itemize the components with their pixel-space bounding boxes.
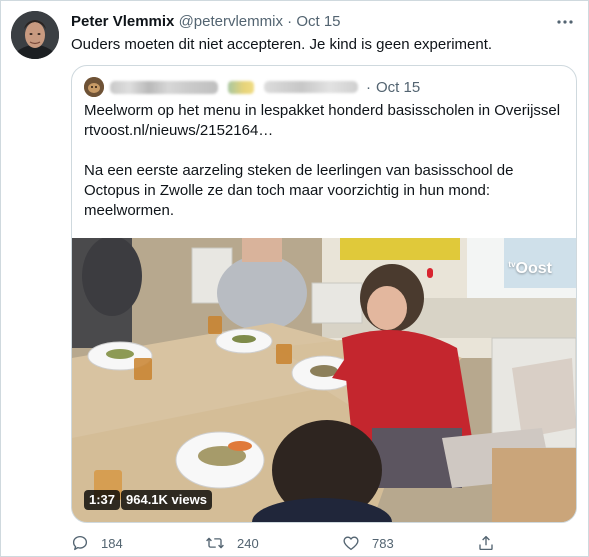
retweet-icon	[206, 537, 224, 549]
quoted-separator: ·	[366, 78, 371, 96]
quoted-author-emoji-redacted	[228, 80, 254, 94]
tweet-card[interactable]: Peter Vlemmix @petervlemmix · Oct 15 Oud…	[0, 0, 589, 557]
reply-count: 184	[101, 535, 123, 551]
author-avatar[interactable]	[11, 11, 59, 59]
quoted-tweet-text: Meelworm op het menu in lespakket honder…	[84, 101, 566, 221]
video-views: 964.1K views	[121, 490, 212, 510]
quoted-tweet-date[interactable]: Oct 15	[376, 79, 420, 96]
quoted-author-name-redacted	[110, 80, 218, 94]
video-thumbnail	[72, 238, 576, 522]
quoted-tweet-header: · Oct 15	[84, 77, 420, 97]
quoted-avatar-image	[84, 77, 104, 97]
quoted-link[interactable]: rtvoost.nl/nieuws/2152164…	[84, 122, 273, 139]
quoted-headline: Meelworm op het menu in lespakket honder…	[84, 102, 561, 119]
share-icon	[479, 535, 493, 551]
author-avatar-image	[11, 11, 59, 59]
more-button[interactable]	[556, 13, 574, 31]
tweet-text: Ouders moeten dit niet accepteren. Je ki…	[71, 36, 493, 53]
reply-button[interactable]: 184	[71, 534, 123, 552]
like-count: 783	[372, 535, 394, 551]
header-separator: ·	[287, 13, 293, 30]
quoted-author-avatar[interactable]	[84, 77, 104, 97]
heart-icon	[343, 536, 359, 551]
video-watermark: tvOost	[508, 260, 552, 277]
author-name[interactable]: Peter Vlemmix	[71, 13, 174, 30]
share-button[interactable]	[477, 534, 495, 552]
tweet-date[interactable]: Oct 15	[296, 13, 340, 30]
tweet-actions: 184 240 783	[71, 534, 588, 556]
like-button[interactable]: 783	[342, 534, 394, 552]
author-handle[interactable]: @petervlemmix	[179, 13, 283, 30]
quoted-tweet[interactable]: · Oct 15 Meelworm op het menu in lespakk…	[71, 65, 577, 523]
video-player[interactable]: tvOost 1:37 964.1K views	[72, 238, 576, 522]
quoted-author-handle-redacted	[264, 81, 358, 93]
retweet-button[interactable]: 240	[205, 534, 259, 552]
more-icon	[557, 20, 573, 24]
tweet-header: Peter Vlemmix @petervlemmix · Oct 15	[71, 12, 548, 32]
retweet-count: 240	[237, 535, 259, 551]
video-duration: 1:37	[84, 490, 121, 510]
reply-icon	[72, 535, 88, 551]
quoted-body: Na een eerste aarzeling steken de leerli…	[84, 162, 514, 219]
